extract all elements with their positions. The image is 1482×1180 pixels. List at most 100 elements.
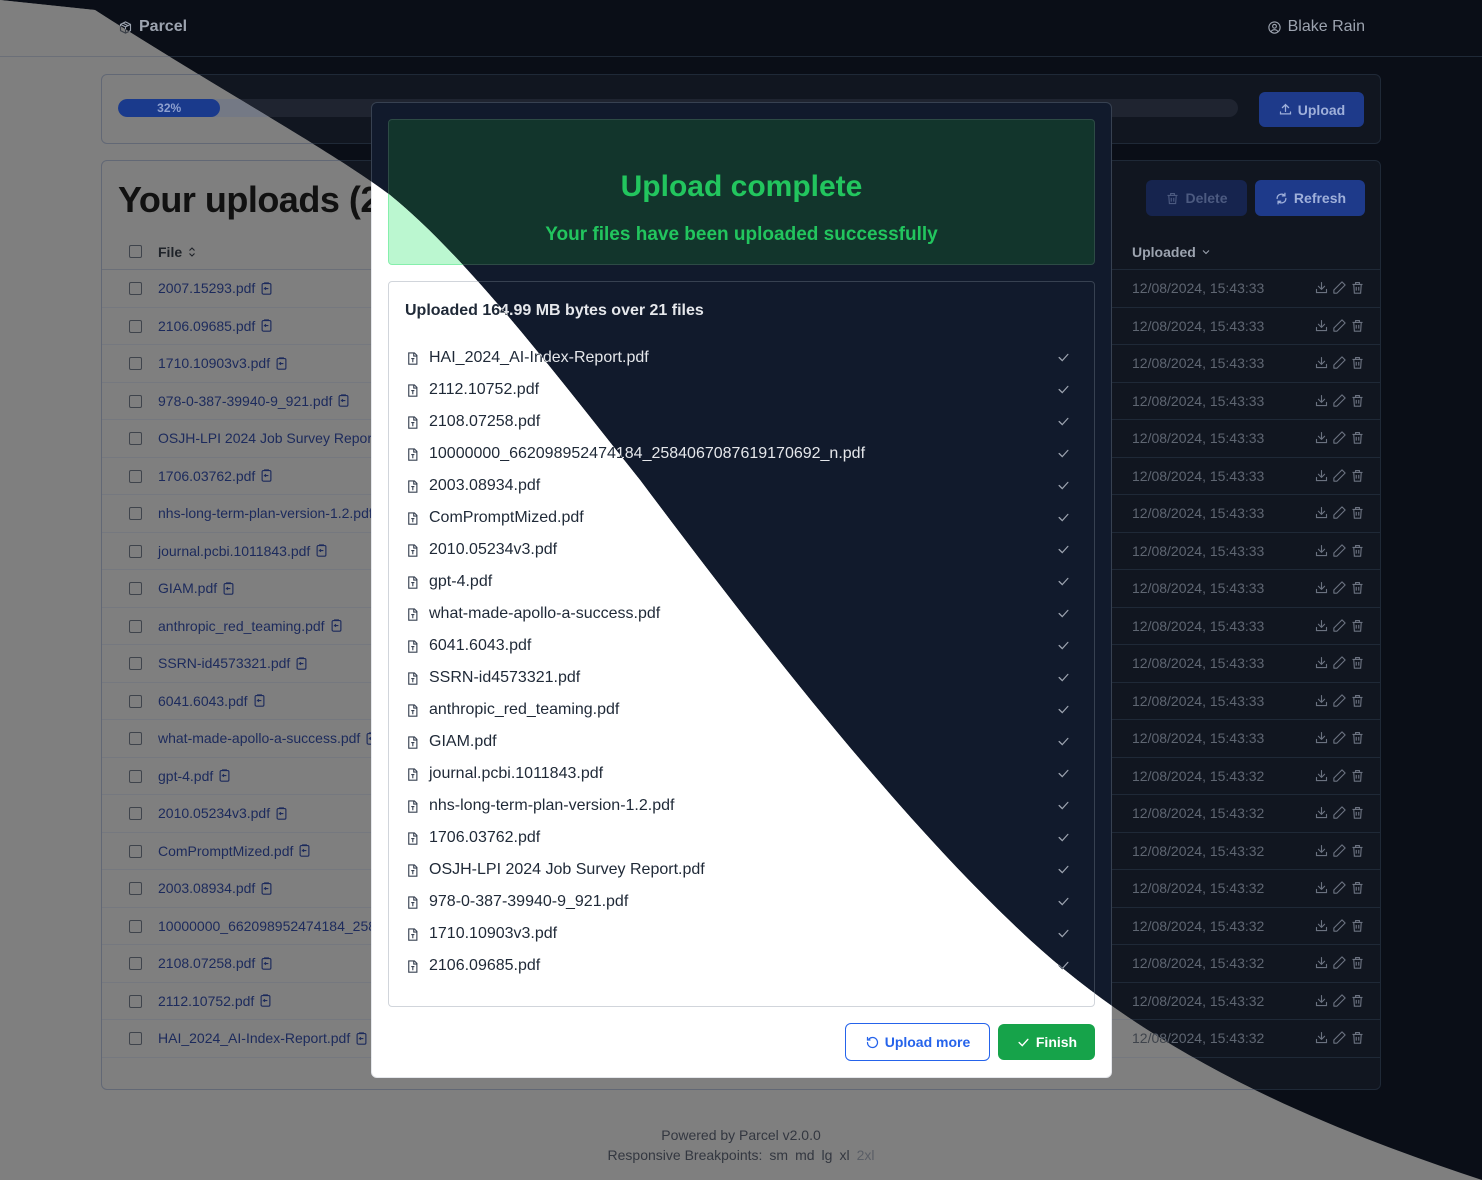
copy-link-icon[interactable] [294, 656, 309, 671]
download-icon[interactable] [1314, 618, 1329, 633]
row-checkbox[interactable] [129, 695, 142, 708]
download-icon[interactable] [1314, 468, 1329, 483]
file-link[interactable]: OSJH-LPI 2024 Job Survey Report.pdf [158, 430, 399, 446]
file-link[interactable]: 6041.6043.pdf [158, 693, 248, 709]
delete-icon[interactable] [1350, 918, 1365, 933]
copy-link-icon[interactable] [314, 543, 329, 558]
edit-icon[interactable] [1332, 280, 1347, 295]
download-icon[interactable] [1314, 318, 1329, 333]
file-link[interactable]: 2112.10752.pdf [158, 993, 254, 1009]
copy-link-icon[interactable] [297, 843, 312, 858]
file-link[interactable]: GIAM.pdf [158, 580, 217, 596]
download-icon[interactable] [1314, 768, 1329, 783]
file-link[interactable]: SSRN-id4573321.pdf [158, 655, 290, 671]
column-header-file[interactable]: File [158, 244, 198, 260]
delete-icon[interactable] [1350, 393, 1365, 408]
file-link[interactable]: 2108.07258.pdf [158, 955, 255, 971]
row-checkbox[interactable] [129, 320, 142, 333]
row-checkbox[interactable] [129, 545, 142, 558]
refresh-button[interactable]: Refresh [1255, 180, 1365, 216]
delete-icon[interactable] [1350, 1030, 1365, 1045]
delete-icon[interactable] [1350, 880, 1365, 895]
download-icon[interactable] [1314, 843, 1329, 858]
copy-link-icon[interactable] [258, 993, 273, 1008]
download-icon[interactable] [1314, 580, 1329, 595]
delete-icon[interactable] [1350, 805, 1365, 820]
row-checkbox[interactable] [129, 807, 142, 820]
delete-icon[interactable] [1350, 618, 1365, 633]
copy-link-icon[interactable] [329, 618, 344, 633]
file-link[interactable]: nhs-long-term-plan-version-1.2.pdf [158, 505, 373, 521]
copy-link-icon[interactable] [274, 806, 289, 821]
delete-icon[interactable] [1350, 430, 1365, 445]
file-link[interactable]: 1706.03762.pdf [158, 468, 255, 484]
download-icon[interactable] [1314, 918, 1329, 933]
edit-icon[interactable] [1332, 543, 1347, 558]
edit-icon[interactable] [1332, 880, 1347, 895]
edit-icon[interactable] [1332, 655, 1347, 670]
file-link[interactable]: 978-0-387-39940-9_921.pdf [158, 393, 332, 409]
row-checkbox[interactable] [129, 920, 142, 933]
copy-link-icon[interactable] [252, 693, 267, 708]
copy-link-icon[interactable] [221, 581, 236, 596]
edit-icon[interactable] [1332, 468, 1347, 483]
copy-link-icon[interactable] [274, 356, 289, 371]
delete-icon[interactable] [1350, 355, 1365, 370]
row-checkbox[interactable] [129, 582, 142, 595]
file-link[interactable]: HAI_2024_AI-Index-Report.pdf [158, 1030, 350, 1046]
row-checkbox[interactable] [129, 282, 142, 295]
file-link[interactable]: 1710.10903v3.pdf [158, 355, 270, 371]
edit-icon[interactable] [1332, 393, 1347, 408]
copy-link-icon[interactable] [354, 1031, 369, 1046]
delete-icon[interactable] [1350, 693, 1365, 708]
upload-button[interactable]: Upload [1259, 92, 1364, 127]
edit-icon[interactable] [1332, 805, 1347, 820]
download-icon[interactable] [1314, 393, 1329, 408]
row-checkbox[interactable] [129, 882, 142, 895]
file-link[interactable]: 2007.15293.pdf [158, 280, 255, 296]
copy-link-icon[interactable] [259, 281, 274, 296]
edit-icon[interactable] [1332, 993, 1347, 1008]
download-icon[interactable] [1314, 505, 1329, 520]
row-checkbox[interactable] [129, 507, 142, 520]
edit-icon[interactable] [1332, 693, 1347, 708]
copy-link-icon[interactable] [336, 393, 351, 408]
row-checkbox[interactable] [129, 657, 142, 670]
download-icon[interactable] [1314, 543, 1329, 558]
upload-more-button[interactable]: Upload more [845, 1023, 990, 1061]
delete-icon[interactable] [1350, 318, 1365, 333]
row-checkbox[interactable] [129, 432, 142, 445]
row-checkbox[interactable] [129, 470, 142, 483]
row-checkbox[interactable] [129, 1032, 142, 1045]
edit-icon[interactable] [1332, 355, 1347, 370]
user-menu[interactable]: Blake Rain [1267, 18, 1365, 36]
row-checkbox[interactable] [129, 995, 142, 1008]
file-link[interactable]: journal.pcbi.1011843.pdf [158, 543, 310, 559]
delete-icon[interactable] [1350, 543, 1365, 558]
download-icon[interactable] [1314, 880, 1329, 895]
delete-icon[interactable] [1350, 730, 1365, 745]
edit-icon[interactable] [1332, 918, 1347, 933]
edit-icon[interactable] [1332, 580, 1347, 595]
copy-link-icon[interactable] [259, 956, 274, 971]
edit-icon[interactable] [1332, 318, 1347, 333]
delete-icon[interactable] [1350, 843, 1365, 858]
file-link[interactable]: 2010.05234v3.pdf [158, 805, 270, 821]
delete-icon[interactable] [1350, 580, 1365, 595]
copy-link-icon[interactable] [217, 768, 232, 783]
copy-link-icon[interactable] [259, 881, 274, 896]
row-checkbox[interactable] [129, 957, 142, 970]
download-icon[interactable] [1314, 955, 1329, 970]
delete-icon[interactable] [1350, 993, 1365, 1008]
delete-button[interactable]: Delete [1146, 180, 1247, 216]
download-icon[interactable] [1314, 993, 1329, 1008]
edit-icon[interactable] [1332, 505, 1347, 520]
download-icon[interactable] [1314, 805, 1329, 820]
edit-icon[interactable] [1332, 768, 1347, 783]
edit-icon[interactable] [1332, 430, 1347, 445]
select-all-checkbox[interactable] [129, 245, 142, 258]
row-checkbox[interactable] [129, 395, 142, 408]
edit-icon[interactable] [1332, 1030, 1347, 1045]
file-link[interactable]: anthropic_red_teaming.pdf [158, 618, 325, 634]
column-header-uploaded[interactable]: Uploaded [1132, 244, 1212, 260]
